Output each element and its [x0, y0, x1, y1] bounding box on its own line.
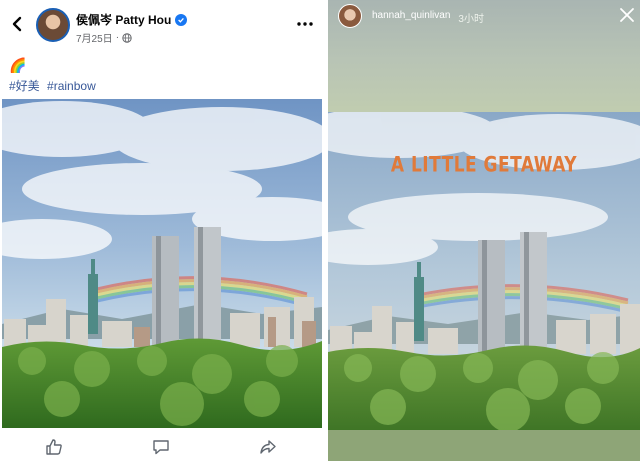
like-button[interactable]	[40, 436, 68, 458]
hashtag-link[interactable]: #好美	[9, 79, 40, 93]
author-name[interactable]: 侯佩岑 Patty Hou	[76, 11, 171, 28]
close-icon	[620, 8, 634, 22]
story-avatar[interactable]	[338, 4, 362, 28]
author-name-row[interactable]: 侯佩岑 Patty Hou	[76, 11, 188, 28]
hashtag-row: #好美 #rainbow	[9, 77, 100, 94]
thumbs-up-icon	[45, 438, 62, 455]
story-footer-bar	[328, 430, 640, 461]
meta-separator: ·	[115, 32, 120, 43]
post-date[interactable]: 7月25日	[76, 30, 113, 45]
more-options-button[interactable]	[294, 16, 316, 32]
story-username[interactable]: hannah_quinlivan	[372, 10, 450, 25]
comment-icon	[153, 439, 169, 454]
close-button[interactable]	[618, 6, 636, 24]
hashtag-link[interactable]: #rainbow	[47, 79, 96, 93]
story-overlay-text: A LITTLE GETAWAY	[390, 152, 578, 178]
globe-icon	[122, 32, 132, 43]
post-actions	[0, 432, 322, 461]
story-header: hannah_quinlivan 3小时	[372, 10, 484, 25]
share-button[interactable]	[254, 436, 282, 458]
author-avatar[interactable]	[36, 8, 70, 42]
comment-button[interactable]	[147, 436, 175, 458]
story-panel: hannah_quinlivan 3小时 A LITTLE GETAWAY	[328, 0, 640, 461]
back-button[interactable]	[6, 12, 30, 36]
chevron-left-icon	[12, 16, 22, 32]
post-meta: 7月25日 ·	[76, 30, 132, 45]
rainbow-city-photo	[2, 99, 322, 428]
verified-badge-icon	[175, 13, 188, 26]
rainbow-emoji: 🌈	[9, 57, 27, 73]
share-icon	[260, 439, 277, 454]
post-photo[interactable]	[2, 99, 322, 428]
more-dots-icon	[297, 22, 313, 26]
post-panel: 侯佩岑 Patty Hou 7月25日 · 🌈 #好美 #rainbow	[0, 0, 322, 461]
story-time: 3小时	[458, 14, 484, 25]
